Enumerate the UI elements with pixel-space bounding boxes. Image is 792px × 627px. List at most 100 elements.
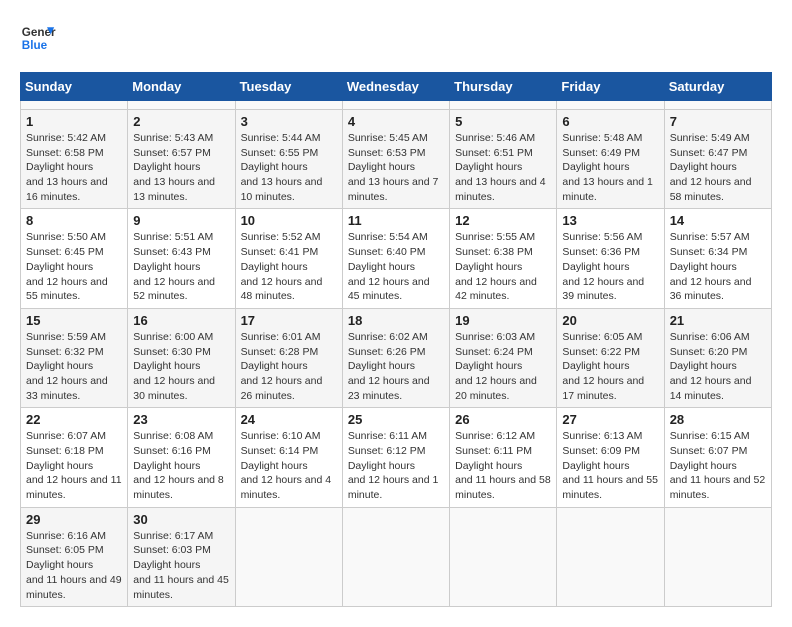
calendar-cell: 26 Sunrise: 6:12 AM Sunset: 6:11 PM Dayl… — [450, 408, 557, 507]
day-number: 23 — [133, 412, 229, 427]
calendar-cell: 5 Sunrise: 5:46 AM Sunset: 6:51 PM Dayli… — [450, 110, 557, 209]
day-info: Sunrise: 6:16 AM Sunset: 6:05 PM Dayligh… — [26, 529, 122, 602]
day-number: 11 — [348, 213, 444, 228]
day-number: 16 — [133, 313, 229, 328]
calendar-cell: 30 Sunrise: 6:17 AM Sunset: 6:03 PM Dayl… — [128, 507, 235, 606]
calendar-cell — [557, 101, 664, 110]
day-info: Sunrise: 5:49 AM Sunset: 6:47 PM Dayligh… — [670, 131, 766, 204]
day-number: 10 — [241, 213, 337, 228]
day-info: Sunrise: 5:55 AM Sunset: 6:38 PM Dayligh… — [455, 230, 551, 303]
day-info: Sunrise: 5:52 AM Sunset: 6:41 PM Dayligh… — [241, 230, 337, 303]
calendar-cell: 12 Sunrise: 5:55 AM Sunset: 6:38 PM Dayl… — [450, 209, 557, 308]
day-info: Sunrise: 6:06 AM Sunset: 6:20 PM Dayligh… — [670, 330, 766, 403]
calendar-cell: 7 Sunrise: 5:49 AM Sunset: 6:47 PM Dayli… — [664, 110, 771, 209]
day-info: Sunrise: 6:17 AM Sunset: 6:03 PM Dayligh… — [133, 529, 229, 602]
day-number: 18 — [348, 313, 444, 328]
day-info: Sunrise: 6:07 AM Sunset: 6:18 PM Dayligh… — [26, 429, 122, 502]
calendar-cell: 29 Sunrise: 6:16 AM Sunset: 6:05 PM Dayl… — [21, 507, 128, 606]
calendar-table: SundayMondayTuesdayWednesdayThursdayFrid… — [20, 72, 772, 607]
day-number: 24 — [241, 412, 337, 427]
calendar-cell: 1 Sunrise: 5:42 AM Sunset: 6:58 PM Dayli… — [21, 110, 128, 209]
day-number: 9 — [133, 213, 229, 228]
day-info: Sunrise: 5:48 AM Sunset: 6:49 PM Dayligh… — [562, 131, 658, 204]
day-info: Sunrise: 5:56 AM Sunset: 6:36 PM Dayligh… — [562, 230, 658, 303]
day-number: 13 — [562, 213, 658, 228]
calendar-header-row: SundayMondayTuesdayWednesdayThursdayFrid… — [21, 73, 772, 101]
day-info: Sunrise: 6:00 AM Sunset: 6:30 PM Dayligh… — [133, 330, 229, 403]
day-info: Sunrise: 5:46 AM Sunset: 6:51 PM Dayligh… — [455, 131, 551, 204]
calendar-cell: 27 Sunrise: 6:13 AM Sunset: 6:09 PM Dayl… — [557, 408, 664, 507]
calendar-cell — [557, 507, 664, 606]
calendar-cell: 21 Sunrise: 6:06 AM Sunset: 6:20 PM Dayl… — [664, 308, 771, 407]
calendar-cell — [342, 101, 449, 110]
day-number: 21 — [670, 313, 766, 328]
day-number: 12 — [455, 213, 551, 228]
day-info: Sunrise: 6:13 AM Sunset: 6:09 PM Dayligh… — [562, 429, 658, 502]
day-number: 26 — [455, 412, 551, 427]
calendar-cell — [128, 101, 235, 110]
day-number: 3 — [241, 114, 337, 129]
calendar-week-row — [21, 101, 772, 110]
day-info: Sunrise: 5:43 AM Sunset: 6:57 PM Dayligh… — [133, 131, 229, 204]
calendar-cell: 18 Sunrise: 6:02 AM Sunset: 6:26 PM Dayl… — [342, 308, 449, 407]
day-info: Sunrise: 6:02 AM Sunset: 6:26 PM Dayligh… — [348, 330, 444, 403]
day-number: 14 — [670, 213, 766, 228]
day-number: 30 — [133, 512, 229, 527]
calendar-cell: 16 Sunrise: 6:00 AM Sunset: 6:30 PM Dayl… — [128, 308, 235, 407]
day-number: 19 — [455, 313, 551, 328]
calendar-cell: 13 Sunrise: 5:56 AM Sunset: 6:36 PM Dayl… — [557, 209, 664, 308]
day-info: Sunrise: 5:59 AM Sunset: 6:32 PM Dayligh… — [26, 330, 122, 403]
calendar-cell — [342, 507, 449, 606]
day-number: 6 — [562, 114, 658, 129]
day-number: 2 — [133, 114, 229, 129]
day-info: Sunrise: 5:54 AM Sunset: 6:40 PM Dayligh… — [348, 230, 444, 303]
day-number: 17 — [241, 313, 337, 328]
calendar-cell: 24 Sunrise: 6:10 AM Sunset: 6:14 PM Dayl… — [235, 408, 342, 507]
calendar-cell: 9 Sunrise: 5:51 AM Sunset: 6:43 PM Dayli… — [128, 209, 235, 308]
calendar-week-row: 1 Sunrise: 5:42 AM Sunset: 6:58 PM Dayli… — [21, 110, 772, 209]
day-info: Sunrise: 6:15 AM Sunset: 6:07 PM Dayligh… — [670, 429, 766, 502]
day-info: Sunrise: 5:51 AM Sunset: 6:43 PM Dayligh… — [133, 230, 229, 303]
day-of-week-header: Saturday — [664, 73, 771, 101]
day-number: 20 — [562, 313, 658, 328]
day-number: 7 — [670, 114, 766, 129]
calendar-cell: 3 Sunrise: 5:44 AM Sunset: 6:55 PM Dayli… — [235, 110, 342, 209]
svg-text:Blue: Blue — [22, 39, 48, 52]
calendar-cell — [235, 101, 342, 110]
logo: General Blue — [20, 20, 56, 56]
calendar-cell: 23 Sunrise: 6:08 AM Sunset: 6:16 PM Dayl… — [128, 408, 235, 507]
day-info: Sunrise: 6:11 AM Sunset: 6:12 PM Dayligh… — [348, 429, 444, 502]
calendar-week-row: 22 Sunrise: 6:07 AM Sunset: 6:18 PM Dayl… — [21, 408, 772, 507]
day-info: Sunrise: 5:50 AM Sunset: 6:45 PM Dayligh… — [26, 230, 122, 303]
day-info: Sunrise: 5:45 AM Sunset: 6:53 PM Dayligh… — [348, 131, 444, 204]
day-info: Sunrise: 6:05 AM Sunset: 6:22 PM Dayligh… — [562, 330, 658, 403]
day-number: 15 — [26, 313, 122, 328]
calendar-cell: 17 Sunrise: 6:01 AM Sunset: 6:28 PM Dayl… — [235, 308, 342, 407]
calendar-week-row: 29 Sunrise: 6:16 AM Sunset: 6:05 PM Dayl… — [21, 507, 772, 606]
day-of-week-header: Wednesday — [342, 73, 449, 101]
calendar-cell: 2 Sunrise: 5:43 AM Sunset: 6:57 PM Dayli… — [128, 110, 235, 209]
day-number: 1 — [26, 114, 122, 129]
day-info: Sunrise: 5:42 AM Sunset: 6:58 PM Dayligh… — [26, 131, 122, 204]
day-info: Sunrise: 5:44 AM Sunset: 6:55 PM Dayligh… — [241, 131, 337, 204]
day-number: 25 — [348, 412, 444, 427]
calendar-cell: 6 Sunrise: 5:48 AM Sunset: 6:49 PM Dayli… — [557, 110, 664, 209]
day-number: 8 — [26, 213, 122, 228]
calendar-week-row: 8 Sunrise: 5:50 AM Sunset: 6:45 PM Dayli… — [21, 209, 772, 308]
calendar-cell: 22 Sunrise: 6:07 AM Sunset: 6:18 PM Dayl… — [21, 408, 128, 507]
calendar-cell: 11 Sunrise: 5:54 AM Sunset: 6:40 PM Dayl… — [342, 209, 449, 308]
day-number: 22 — [26, 412, 122, 427]
calendar-cell: 15 Sunrise: 5:59 AM Sunset: 6:32 PM Dayl… — [21, 308, 128, 407]
calendar-week-row: 15 Sunrise: 5:59 AM Sunset: 6:32 PM Dayl… — [21, 308, 772, 407]
day-number: 5 — [455, 114, 551, 129]
day-number: 27 — [562, 412, 658, 427]
day-info: Sunrise: 6:12 AM Sunset: 6:11 PM Dayligh… — [455, 429, 551, 502]
day-of-week-header: Friday — [557, 73, 664, 101]
calendar-cell: 14 Sunrise: 5:57 AM Sunset: 6:34 PM Dayl… — [664, 209, 771, 308]
day-of-week-header: Sunday — [21, 73, 128, 101]
calendar-cell: 19 Sunrise: 6:03 AM Sunset: 6:24 PM Dayl… — [450, 308, 557, 407]
day-number: 29 — [26, 512, 122, 527]
calendar-cell: 4 Sunrise: 5:45 AM Sunset: 6:53 PM Dayli… — [342, 110, 449, 209]
calendar-cell: 10 Sunrise: 5:52 AM Sunset: 6:41 PM Dayl… — [235, 209, 342, 308]
day-of-week-header: Tuesday — [235, 73, 342, 101]
